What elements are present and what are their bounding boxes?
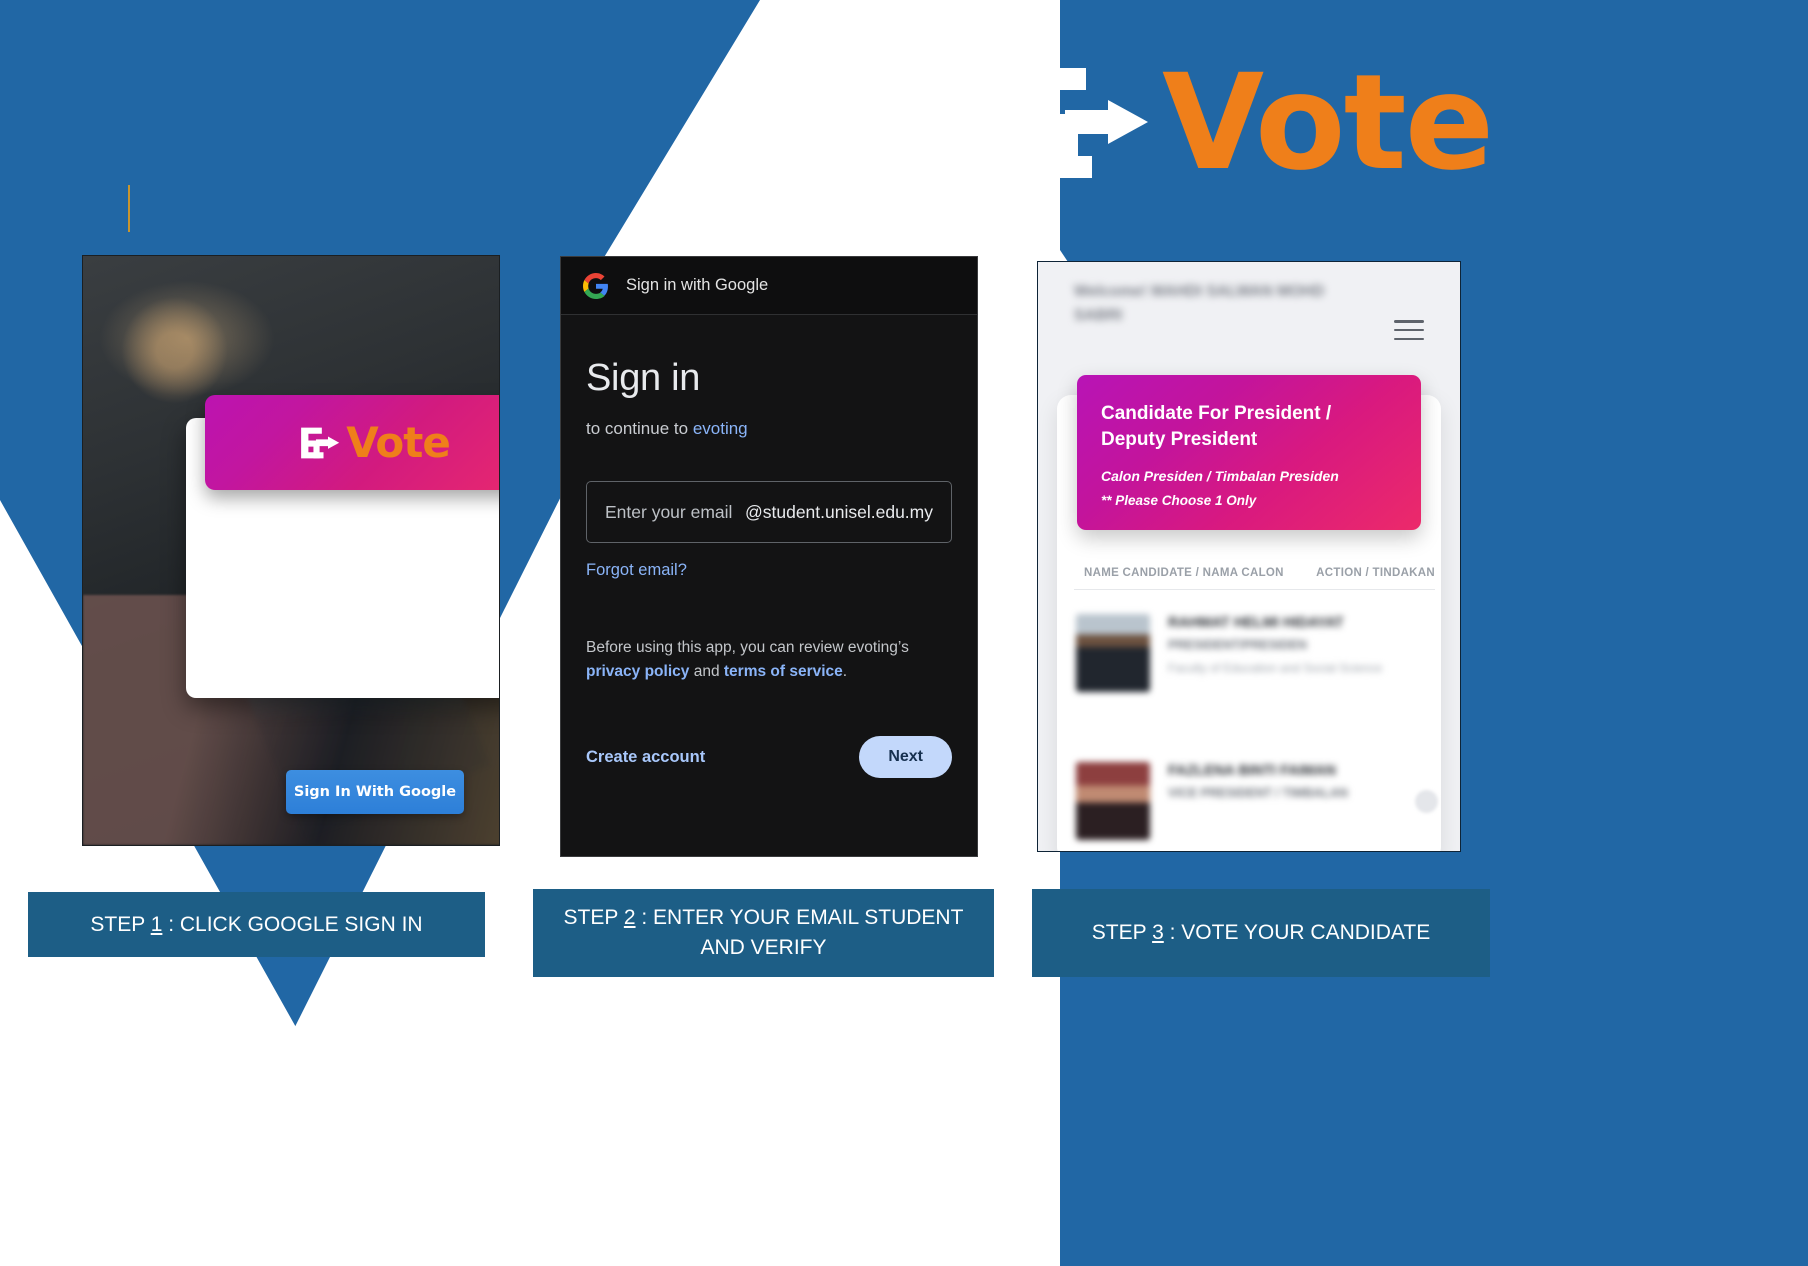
google-signin-actions: Create account Next [586, 736, 952, 779]
candidate-name: RAHMAT HELMI HIDAYAT [1168, 615, 1344, 631]
hamburger-line [1394, 320, 1424, 323]
email-input-field[interactable]: Enter your email @student.unisel.edu.my [586, 481, 952, 543]
google-logo-icon [583, 272, 608, 299]
column-header-action: ACTION / TINDAKAN [1316, 567, 1435, 579]
candidate-photo [1076, 762, 1150, 840]
logo-vote-text: Vote [1162, 45, 1494, 200]
forgot-email-link[interactable]: Forgot email? [586, 561, 687, 580]
step-caption-1: STEP 1 : CLICK GOOGLE SIGN IN [28, 892, 485, 957]
evote-logo: Vote [1008, 57, 1494, 189]
hamburger-line [1394, 337, 1424, 340]
candidate-name: FAZLENA BINTI FAIMAN [1168, 763, 1336, 779]
candidate-category-note: ** Please Choose 1 Only [1101, 493, 1257, 509]
poster-canvas: Vote Vote Sign In With Google Sign in wi… [0, 0, 1808, 1266]
google-signin-header: Sign in with Google [561, 257, 977, 315]
email-input-placeholder: Enter your email [605, 501, 733, 522]
legal-and: and [689, 663, 724, 681]
screenshot-panel-google-signin: Sign in with Google Sign in to continue … [560, 256, 978, 857]
table-divider [1074, 589, 1435, 590]
candidate-category-card: Candidate For President / Deputy Preside… [1077, 375, 1421, 530]
candidate-row: RAHMAT HELMI HIDAYAT PRESIDENT/PRESIDEN … [1076, 614, 1438, 692]
candidate-table-header: NAME CANDIDATE / NAMA CALON ACTION / TIN… [1084, 567, 1435, 579]
candidate-category-subtitle: Calon Presiden / Timbalan Presiden [1101, 468, 1339, 485]
login-evote-banner: Vote [205, 395, 499, 490]
hamburger-line [1394, 328, 1424, 332]
step-2-text: STEP 2 : ENTER YOUR EMAIL STUDENT AND VE… [563, 906, 964, 959]
step-caption-2: STEP 2 : ENTER YOUR EMAIL STUDENT AND VE… [533, 889, 994, 977]
continue-app-name: evoting [692, 419, 748, 438]
legal-disclaimer: Before using this app, you can review ev… [586, 636, 952, 684]
next-button[interactable]: Next [859, 736, 952, 779]
continue-to-app-text: to continue to evoting [586, 419, 952, 439]
privacy-policy-link[interactable]: privacy policy [586, 663, 689, 680]
candidate-info: FAZLENA BINTI FAIMAN VICE PRESIDENT / TI… [1168, 762, 1397, 840]
logo-e-arrow-icon [1008, 64, 1158, 182]
candidate-category-title: Candidate For President / Deputy Preside… [1101, 403, 1332, 450]
decorative-tick [128, 185, 130, 232]
candidate-row: FAZLENA BINTI FAIMAN VICE PRESIDENT / TI… [1076, 762, 1438, 840]
screenshot-panel-voting: Welcome! MAHDI SALWAN MOHD SABRI Candida… [1037, 261, 1461, 852]
legal-prefix: Before using this app, you can review ev… [586, 639, 909, 656]
legal-period: . [842, 663, 848, 681]
create-account-link[interactable]: Create account [586, 748, 705, 767]
google-signin-header-title: Sign in with Google [626, 276, 769, 294]
candidate-post: PRESIDENT/PRESIDEN [1168, 638, 1307, 653]
continue-prefix: to continue to [586, 419, 693, 438]
step-3-number: 3 [1152, 921, 1164, 945]
hamburger-menu-icon[interactable] [1394, 320, 1424, 340]
step-2-number: 2 [623, 906, 636, 930]
email-domain-suffix: @student.unisel.edu.my [744, 501, 933, 522]
sign-in-with-google-button[interactable]: Sign In With Google [286, 770, 464, 814]
step-caption-3: STEP 3 : VOTE YOUR CANDIDATE [1032, 889, 1490, 977]
candidate-faculty: Faculty of Education and Social Science [1168, 660, 1383, 675]
signin-heading: Sign in [586, 357, 701, 399]
candidate-info: RAHMAT HELMI HIDAYAT PRESIDENT/PRESIDEN … [1168, 614, 1438, 692]
candidate-select-radio[interactable] [1415, 789, 1438, 813]
terms-of-service-link[interactable]: terms of service [724, 663, 843, 680]
column-header-name: NAME CANDIDATE / NAMA CALON [1084, 567, 1284, 579]
step-1-number: 1 [150, 912, 163, 936]
step-1-text: STEP 1 : CLICK GOOGLE SIGN IN [90, 912, 423, 936]
google-signin-body: Sign in to continue to evoting Enter you… [561, 315, 977, 779]
candidate-photo [1076, 614, 1150, 692]
welcome-message: Welcome! MAHDI SALWAN MOHD SABRI [1074, 283, 1325, 325]
candidate-post: VICE PRESIDENT / TIMBALAN [1168, 786, 1348, 801]
screenshot-panel-login: Vote Sign In With Google [82, 255, 500, 846]
banner-logo-e-arrow-icon [301, 427, 340, 458]
banner-logo-vote-text: Vote [346, 417, 451, 467]
step-3-text: STEP 3 : VOTE YOUR CANDIDATE [1091, 921, 1431, 945]
